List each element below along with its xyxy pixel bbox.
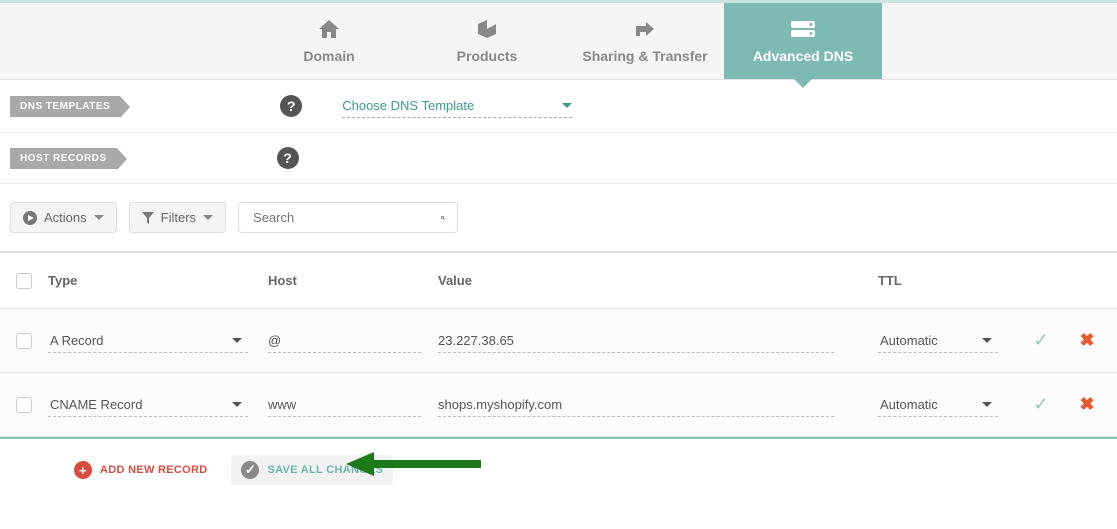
check-icon: ✓ [241,461,259,479]
filter-icon [142,212,154,224]
search-icon [441,211,445,225]
add-record-button[interactable]: + ADD NEW RECORD [64,455,217,485]
confirm-icon[interactable]: ✓ [1018,330,1064,351]
section-badge: DNS TEMPLATES [10,96,120,117]
chevron-down-icon [232,402,242,407]
chevron-down-icon [203,215,213,220]
chevron-down-icon [232,338,242,343]
home-icon [319,18,339,40]
tab-label: Products [457,48,518,64]
delete-icon[interactable]: ✖ [1064,394,1110,415]
col-host: Host [268,273,438,288]
filters-label: Filters [161,210,196,225]
tab-bar: Domain Products Sharing & Transfer Advan… [0,0,1117,80]
box-icon [477,18,497,40]
type-select[interactable]: A Record [48,329,248,353]
tab-label: Domain [303,48,354,64]
records-table: Type Host Value TTL A Record Automatic ✓… [0,251,1117,439]
value-input[interactable] [438,329,834,353]
chevron-down-icon [562,103,572,108]
select-all-checkbox[interactable] [16,273,32,289]
help-icon[interactable]: ? [277,147,299,169]
tab-sharing[interactable]: Sharing & Transfer [566,3,724,79]
server-icon [791,18,815,40]
search-box[interactable] [238,202,458,233]
plus-icon: + [74,461,92,479]
host-input[interactable] [268,329,421,353]
section-badge: HOST RECORDS [10,148,117,169]
actions-button[interactable]: Actions [10,202,117,233]
section-host-records: HOST RECORDS ? [0,133,1117,184]
tab-advanced-dns[interactable]: Advanced DNS [724,3,882,79]
tab-label: Sharing & Transfer [582,48,707,64]
tab-products[interactable]: Products [408,3,566,79]
actions-label: Actions [44,210,87,225]
table-row: A Record Automatic ✓ ✖ [0,309,1117,373]
footer-actions: + ADD NEW RECORD ✓ SAVE ALL CHANGES [0,439,1117,501]
type-select[interactable]: CNAME Record [48,393,248,417]
host-input[interactable] [268,393,421,417]
tab-domain[interactable]: Domain [250,3,408,79]
delete-icon[interactable]: ✖ [1064,330,1110,351]
chevron-down-icon [982,338,992,343]
share-icon [634,18,656,40]
chevron-down-icon [94,215,104,220]
confirm-icon[interactable]: ✓ [1018,394,1064,415]
table-row: CNAME Record Automatic ✓ ✖ [0,373,1117,437]
dns-template-select[interactable]: Choose DNS Template [342,94,572,118]
play-icon [23,211,37,225]
annotation-arrow [346,447,486,481]
col-ttl: TTL [878,273,1018,288]
value-input[interactable] [438,393,834,417]
col-value: Value [438,273,878,288]
col-type: Type [48,273,268,288]
row-checkbox[interactable] [16,397,32,413]
row-checkbox[interactable] [16,333,32,349]
search-input[interactable] [251,209,431,226]
filters-button[interactable]: Filters [129,202,226,233]
template-select-label: Choose DNS Template [342,98,474,113]
table-header: Type Host Value TTL [0,253,1117,309]
ttl-select[interactable]: Automatic [878,393,998,417]
tab-label: Advanced DNS [753,48,853,64]
ttl-select[interactable]: Automatic [878,329,998,353]
chevron-down-icon [982,402,992,407]
toolbar: Actions Filters [0,184,1117,251]
section-dns-templates: DNS TEMPLATES ? Choose DNS Template [0,80,1117,133]
help-icon[interactable]: ? [280,95,302,117]
